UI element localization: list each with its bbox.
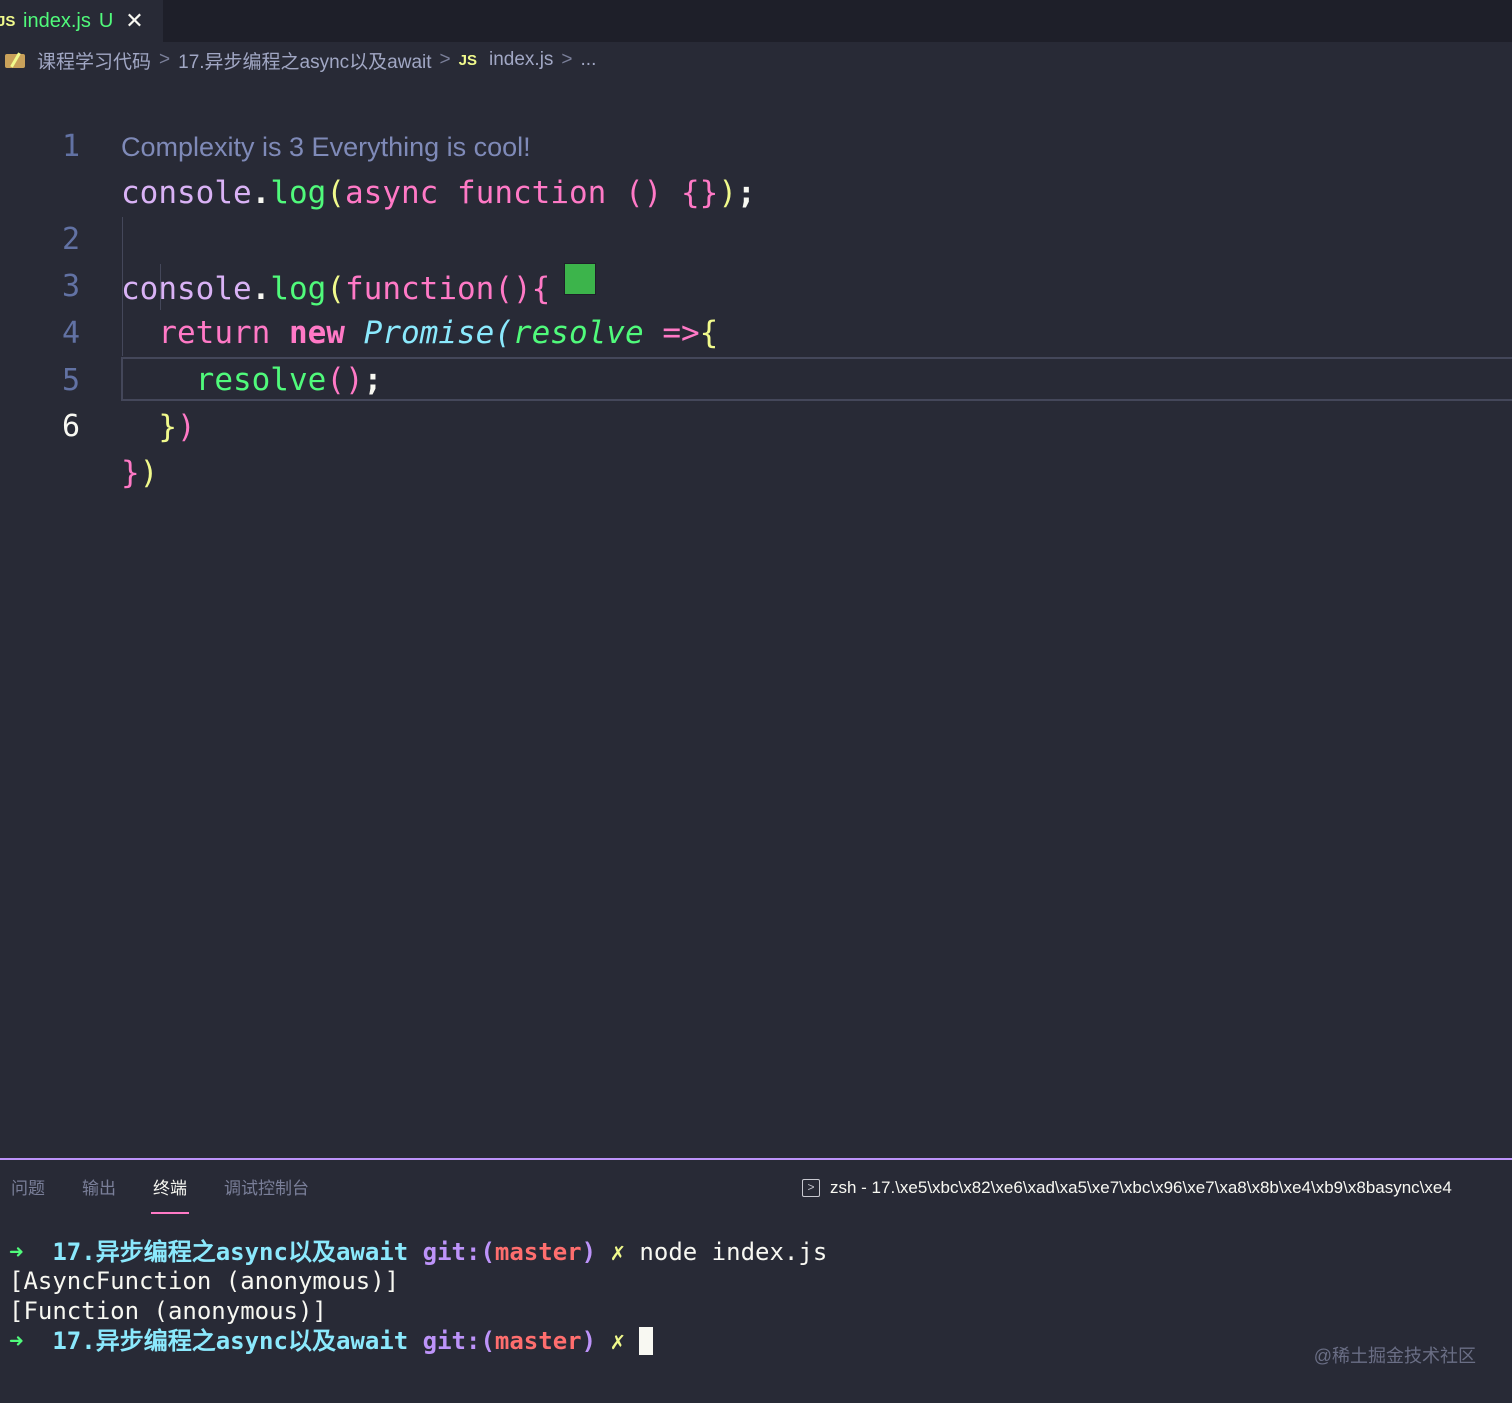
prompt-arrow-icon: ➜ — [9, 1327, 24, 1355]
chevron-right-icon: > — [561, 49, 573, 70]
code-line-3[interactable]: 3 return new Promise(resolve =>{ — [0, 218, 1512, 351]
breadcrumb-file[interactable]: index.js — [489, 49, 553, 71]
terminal-command: node index.js — [639, 1238, 828, 1266]
git-label: git:( — [422, 1238, 495, 1266]
code-line-2[interactable]: 2 console.log(function(){ — [0, 171, 1512, 307]
chevron-right-icon: > — [439, 49, 451, 70]
git-untracked-badge: U — [98, 9, 114, 32]
breadcrumb-folder[interactable]: 17.异步编程之async以及await — [178, 47, 431, 74]
terminal-cwd: 17.异步编程之async以及await — [52, 1327, 409, 1355]
terminal-title-text: zsh - 17.\xe5\xbc\x82\xe6\xad\xa5\xe7\xb… — [830, 1178, 1452, 1197]
git-dirty-icon: ✗ — [610, 1327, 625, 1355]
code-line-5[interactable]: 5 }) — [0, 312, 1512, 445]
close-icon[interactable]: ✕ — [125, 8, 143, 34]
code-line-6[interactable]: 6 }) — [0, 358, 1512, 491]
folder-icon — [5, 52, 25, 68]
line-number: 1 — [61, 129, 80, 164]
tab-filename: index.js — [23, 9, 91, 32]
js-file-icon: JS — [0, 12, 16, 30]
prompt-arrow-icon: ➜ — [9, 1238, 24, 1266]
js-file-icon: JS — [458, 51, 477, 69]
chevron-right-icon: > — [159, 49, 171, 70]
tab-problems[interactable]: 问题 — [11, 1160, 45, 1218]
terminal-output-line: [AsyncFunction (anonymous)] — [9, 1267, 400, 1295]
tab-debug-console[interactable]: 调试控制台 — [224, 1160, 309, 1218]
terminal-cwd: 17.异步编程之async以及await — [52, 1238, 409, 1266]
breadcrumb-symbols[interactable]: ... — [581, 49, 597, 71]
watermark: @稀土掘金技术社区 — [1313, 1346, 1476, 1366]
line-number: 6 — [61, 409, 80, 444]
git-close: ) — [581, 1327, 597, 1355]
breadcrumb: 课程学习代码 > 17.异步编程之async以及await > JS index… — [0, 44, 596, 76]
breadcrumb-root[interactable]: 课程学习代码 — [37, 47, 151, 74]
tab-terminal[interactable]: 终端 — [151, 1160, 189, 1218]
git-branch: master — [494, 1238, 582, 1266]
complexity-codelens[interactable]: Complexity is 3 Everything is cool! — [121, 124, 531, 170]
code-editor[interactable]: 1 console.log(async function () {}); Com… — [0, 78, 1512, 1158]
terminal-prompt-line: ➜ 17.异步编程之async以及await git:(master) ✗ no… — [9, 1237, 827, 1267]
terminal-cursor — [639, 1327, 654, 1355]
git-branch: master — [494, 1327, 582, 1355]
code-line-1[interactable]: 1 console.log(async function () {}); — [0, 78, 1512, 211]
tab-index-js[interactable]: JS index.js U ✕ — [0, 0, 163, 42]
git-close: ) — [581, 1238, 597, 1266]
tab-output[interactable]: 输出 — [82, 1160, 116, 1218]
git-label: git:( — [422, 1327, 495, 1355]
terminal-selector[interactable]: > zsh - 17.\xe5\xbc\x82\xe6\xad\xa5\xe7\… — [802, 1178, 1452, 1198]
git-dirty-icon: ✗ — [610, 1238, 625, 1266]
terminal-icon: > — [802, 1179, 820, 1197]
editor-tab-bar: JS index.js U ✕ — [0, 0, 1512, 42]
terminal-output-line: [Function (anonymous)] — [9, 1297, 327, 1325]
terminal-prompt-line[interactable]: ➜ 17.异步编程之async以及await git:(master) ✗ — [9, 1326, 654, 1356]
panel-tabs: 问题 输出 终端 调试控制台 — [0, 1160, 335, 1218]
code-line-4[interactable]: 4 resolve(); — [0, 265, 1512, 398]
code-text: }) — [121, 455, 159, 491]
code-text: }) — [158, 409, 196, 445]
